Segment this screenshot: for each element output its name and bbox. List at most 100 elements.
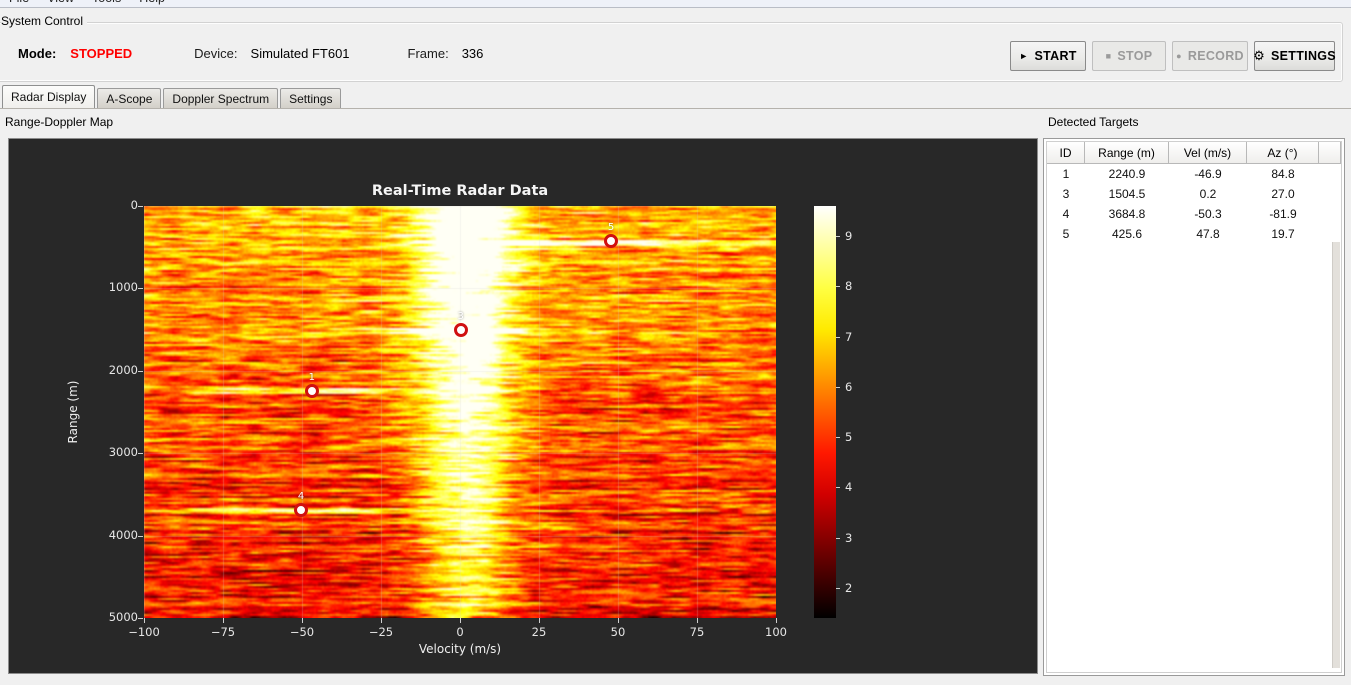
range-doppler-map-label: Range-Doppler Map [5, 115, 114, 129]
tab-settings[interactable]: Settings [280, 88, 342, 108]
target-marker-label: 4 [297, 490, 305, 502]
x-tick-mark [223, 618, 224, 623]
menu-file[interactable]: File [0, 0, 38, 5]
y-tick-mark [138, 453, 143, 455]
tab-a-scope[interactable]: A-Scope [97, 88, 162, 108]
record-icon: ● [1176, 51, 1182, 61]
target-marker-label: 1 [308, 371, 315, 383]
settings-button[interactable]: ⚙ SETTINGS [1253, 41, 1336, 71]
table-cell: 4 [1062, 207, 1070, 221]
tab-bar: Radar Display A-Scope Doppler Spectrum S… [2, 85, 343, 108]
target-marker-label: 5 [607, 222, 615, 234]
y-tick-mark [138, 206, 143, 207]
table-cell: 1 [1062, 167, 1070, 181]
x-tick-label: −75 [210, 625, 236, 639]
x-tick-mark [618, 618, 619, 623]
y-tick-mark [138, 370, 143, 372]
y-tick-mark [138, 535, 143, 537]
table-row[interactable]: 5 425.6 47.8 19.7 [1047, 224, 1341, 244]
radar-plot-panel: Real-Time Radar Data 0 1000 2000 3000 4000 50… [8, 138, 1038, 674]
system-control-caption: System Control [1, 14, 88, 28]
x-tick-mark [144, 618, 145, 623]
menu-bar: File View Tools Help [0, 0, 1351, 8]
colorbar-tick-mark [836, 587, 840, 589]
start-button-label: START [1034, 49, 1077, 63]
detected-targets-label: Detected Targets [1048, 115, 1139, 129]
target-marker [304, 383, 319, 398]
table-cell: -46.9 [1194, 167, 1222, 181]
colorbar-tick-mark [836, 537, 840, 539]
y-tick-label: 0 [130, 198, 138, 212]
column-header[interactable]: Vel (m/s) [1169, 142, 1247, 164]
y-tick-label: 1000 [108, 280, 138, 295]
x-tick-label: 75 [689, 625, 705, 639]
x-tick-label: 0 [456, 625, 464, 639]
table-cell: 27.0 [1271, 187, 1295, 201]
tab-radar-display[interactable]: Radar Display [2, 85, 96, 108]
tab-doppler-spectrum[interactable]: Doppler Spectrum [163, 88, 279, 108]
menu-help[interactable]: Help [130, 0, 174, 5]
colorbar-tick-mark [836, 437, 840, 439]
radar-application-window: File View Tools Help System Control Mode… [0, 0, 1351, 685]
tab-pane-border [0, 108, 1351, 109]
column-header[interactable]: Range (m) [1085, 142, 1169, 164]
x-tick-label: −100 [128, 625, 160, 639]
y-tick-label: 3000 [108, 445, 138, 460]
colorbar-tick-label: 3 [845, 530, 853, 545]
table-cell: 3 [1062, 187, 1070, 201]
colorbar-tick-mark [836, 236, 840, 238]
device-label: Device: [194, 46, 238, 61]
y-tick-label: 4000 [108, 527, 138, 542]
colorbar-tick-label: 5 [845, 430, 853, 445]
target-marker-label: 3 [457, 310, 464, 322]
colorbar-tick-label: 8 [845, 279, 853, 294]
x-tick-label: 50 [610, 625, 626, 639]
device-value: Simulated FT601 [250, 46, 350, 61]
table-cell: 19.7 [1271, 227, 1295, 241]
targets-table-body: 1 2240.9 -46.9 84.8 3 1504.5 0.2 27.0 4 3684.8 -50… [1047, 164, 1341, 244]
table-cell: 47.8 [1196, 227, 1220, 241]
status-row: Mode: STOPPED Device: Simulated FT601 Fr… [18, 46, 483, 61]
colorbar-tick-label: 9 [845, 229, 853, 244]
table-row[interactable]: 3 1504.5 0.2 27.0 [1047, 184, 1341, 204]
table-cell: -50.3 [1194, 207, 1222, 221]
stop-icon: ■ [1105, 51, 1112, 61]
y-tick-label: 5000 [108, 610, 138, 624]
target-marker [453, 322, 468, 337]
table-cell: 1504.5 [1108, 187, 1146, 201]
colorbar-tick-label: 6 [845, 379, 853, 394]
mode-value-badge: STOPPED [70, 46, 133, 61]
column-header[interactable]: Az (°) [1247, 142, 1319, 164]
gear-icon: ⚙ [1253, 48, 1266, 63]
stop-button-label: STOP [1117, 49, 1153, 63]
x-tick-label: −50 [289, 625, 315, 639]
stop-button[interactable]: ■ STOP [1092, 41, 1166, 71]
x-tick-mark [460, 618, 461, 623]
frame-label: Frame: [407, 46, 449, 61]
x-tick-label: 100 [765, 625, 787, 639]
menu-tools[interactable]: Tools [83, 0, 130, 5]
x-tick-mark [776, 618, 777, 623]
x-tick-mark [302, 618, 303, 623]
table-cell: 3684.8 [1108, 207, 1146, 221]
target-marker [294, 502, 309, 517]
y-tick-label: 2000 [108, 362, 138, 377]
table-cell: 0.2 [1199, 187, 1217, 201]
table-row[interactable]: 4 3684.8 -50.3 -81.9 [1047, 204, 1341, 224]
y-tick-mark [138, 618, 143, 619]
colorbar-tick-mark [836, 336, 840, 338]
x-tick-mark [697, 618, 698, 623]
target-marker [604, 234, 619, 249]
control-button-row: ► START ■ STOP ● RECORD ⚙ SETTINGS [1010, 41, 1336, 71]
menu-view[interactable]: View [38, 0, 83, 5]
detected-targets-panel: ID Range (m) Vel (m/s) Az (°) 1 2240.9 -46.9 8… [1043, 138, 1345, 676]
vertical-scrollbar[interactable] [1332, 242, 1340, 668]
settings-button-label: SETTINGS [1271, 49, 1336, 63]
column-header[interactable]: ID [1047, 142, 1085, 164]
record-button[interactable]: ● RECORD [1172, 41, 1248, 71]
table-row[interactable]: 1 2240.9 -46.9 84.8 [1047, 164, 1341, 184]
colorbar-tick-mark [836, 286, 840, 288]
x-tick-label: 25 [531, 625, 547, 639]
start-button[interactable]: ► START [1010, 41, 1086, 71]
x-axis-label: Velocity (m/s) [418, 642, 502, 656]
